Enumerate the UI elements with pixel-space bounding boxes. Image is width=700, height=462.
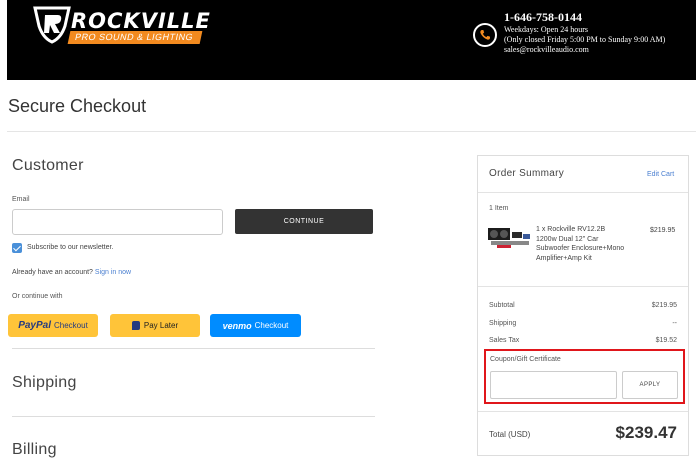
hours-text: Weekdays: Open 24 hours [504, 25, 589, 34]
continue-with-label: Or continue with [12, 293, 63, 300]
shipping-heading[interactable]: Shipping [12, 374, 77, 392]
total-value: $239.47 [615, 423, 677, 442]
product-price: $219.95 [650, 227, 676, 234]
logo-shield-icon [33, 6, 71, 44]
venmo-logo: venmo [222, 320, 252, 331]
paypal-checkout-button[interactable]: PayPal Checkout [8, 314, 98, 337]
logo-tagline: PRO SOUND & LIGHTING [67, 31, 203, 44]
logo-wordmark: ROCKVILLE [71, 9, 211, 33]
paylater-button[interactable]: Pay Later [110, 314, 200, 337]
paypal-logo: PayPal [18, 320, 51, 331]
venmo-button-text: Checkout [254, 321, 289, 330]
billing-heading[interactable]: Billing [12, 441, 57, 459]
continue-button[interactable]: CONTINUE [235, 209, 373, 234]
order-summary: Order Summary Edit Cart 1 Item 1 x Rockv… [477, 155, 689, 456]
account-prompt-text: Already have an account? [12, 269, 93, 276]
email-input[interactable] [12, 209, 223, 235]
signin-prompt: Already have an account? Sign in now [12, 269, 131, 276]
sales-tax-value: $19.52 [655, 337, 677, 344]
newsletter-label: Subscribe to our newsletter. [27, 244, 114, 251]
phone-icon [473, 23, 497, 47]
contact-email[interactable]: sales@rockvilleaudio.com [504, 45, 665, 55]
closed-note: (Only closed Friday 5:00 PM to Sunday 9:… [504, 35, 666, 44]
shipping-value: -- [672, 320, 677, 327]
subtotal-value: $219.95 [651, 302, 677, 309]
paylater-button-text: Pay Later [143, 321, 179, 330]
section-divider [12, 416, 375, 417]
email-label: Email [12, 196, 30, 203]
summary-divider [478, 192, 688, 193]
paypal-button-text: Checkout [54, 321, 88, 330]
paypal-p-icon [131, 321, 140, 330]
total-label: Total (USD) [489, 430, 531, 439]
summary-divider [478, 411, 688, 412]
signin-link[interactable]: Sign in now [95, 269, 131, 276]
items-count: 1 Item [489, 205, 509, 212]
rockville-logo[interactable]: ROCKVILLE PRO SOUND & LIGHTING [31, 4, 211, 44]
title-divider [7, 131, 696, 132]
newsletter-checkbox[interactable] [12, 243, 22, 253]
coupon-input[interactable] [490, 371, 617, 399]
coupon-section-highlight: Coupon/Gift Certificate APPLY [484, 349, 685, 404]
page-title: Secure Checkout [8, 96, 147, 116]
site-header: ROCKVILLE PRO SOUND & LIGHTING 1-646-758… [7, 0, 696, 80]
customer-heading: Customer [12, 157, 84, 174]
contact-info: 1-646-758-0144 Weekdays: Open 24 hours (… [504, 10, 665, 55]
apply-coupon-button[interactable]: APPLY [622, 371, 678, 399]
phone-number[interactable]: 1-646-758-0144 [504, 10, 665, 25]
product-name: 1 x Rockville RV12.2B 1200w Dual 12" Car… [536, 226, 625, 262]
coupon-label: Coupon/Gift Certificate [490, 356, 561, 363]
edit-cart-link[interactable]: Edit Cart [647, 171, 674, 178]
subtotal-label: Subtotal [489, 302, 515, 309]
product-thumbnail[interactable] [487, 225, 531, 251]
sales-tax-label: Sales Tax [489, 337, 520, 344]
section-divider [12, 348, 375, 349]
summary-divider [478, 286, 688, 287]
venmo-checkout-button[interactable]: venmo Checkout [210, 314, 301, 337]
order-summary-title: Order Summary [489, 168, 565, 179]
shipping-label: Shipping [489, 320, 517, 327]
